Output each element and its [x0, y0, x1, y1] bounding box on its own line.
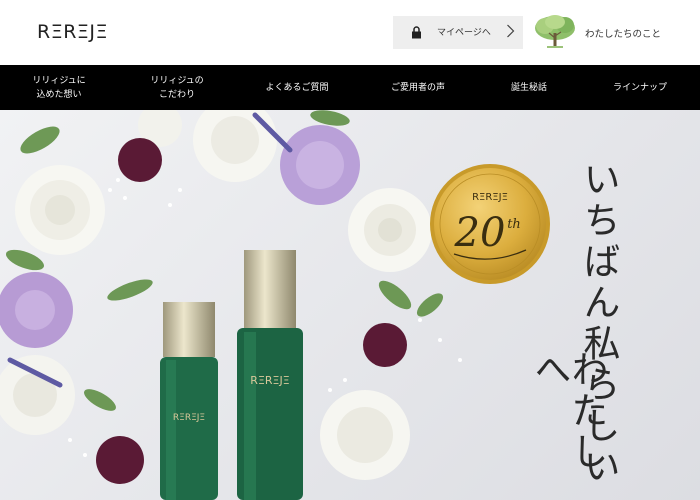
site-logo[interactable]: RΞRΞJΞ: [37, 21, 108, 43]
nav-item-label: ラインナップ: [612, 82, 667, 93]
lock-icon: [412, 26, 421, 39]
nav-item-label: よくあるご質問: [265, 82, 329, 93]
mypage-button[interactable]: マイページへ: [393, 16, 523, 49]
nav-item-faq[interactable]: よくあるご質問: [236, 65, 358, 110]
nav-item-philosophy[interactable]: リリィジュに 込めた想い: [0, 65, 118, 110]
nav-item-label: こだわり: [158, 89, 195, 100]
nav-item-testimonials[interactable]: ご愛用者の声: [358, 65, 478, 110]
about-us-link[interactable]: わたしたちのこと: [585, 26, 661, 40]
site-header: RΞRΞJΞ マイページへ わたしたちのこと: [0, 0, 700, 65]
badge-logo: RΞRΞJΞ: [472, 192, 508, 203]
bottle-logo: RΞRΞJΞ: [173, 413, 205, 423]
nav-item-origin-story[interactable]: 誕生秘話: [478, 65, 580, 110]
nav-item-label: リリィジュに: [32, 75, 86, 86]
nav-item-label: ご愛用者の声: [390, 82, 445, 93]
nav-item-lineup[interactable]: ラインナップ: [580, 65, 700, 110]
nav-item-label: 込めた想い: [36, 89, 82, 100]
main-nav: リリィジュに 込めた想い リリィジュの こだわり よくあるご質問 ご愛用者の声 誕生…: [0, 65, 700, 110]
headline-line-2: わたしへ: [528, 350, 608, 473]
hero-banner[interactable]: RΞRΞJΞ RΞRΞJΞ RΞRΞJΞ 20 th いちばん私らしい わたしへ: [0, 110, 700, 500]
mypage-label: マイページへ: [437, 28, 491, 38]
badge-number: 20: [454, 210, 506, 256]
nav-item-label: 誕生秘話: [510, 82, 547, 93]
chevron-right-icon: [507, 24, 515, 38]
tree-icon: [535, 15, 575, 48]
nav-item-label: リリィジュの: [150, 75, 204, 86]
hero-headline: いちばん私らしい わたしへ: [525, 150, 625, 500]
nav-item-commitment[interactable]: リリィジュの こだわり: [118, 65, 236, 110]
badge-suffix: th: [507, 217, 521, 232]
bottle-logo: RΞRΞJΞ: [250, 374, 289, 387]
